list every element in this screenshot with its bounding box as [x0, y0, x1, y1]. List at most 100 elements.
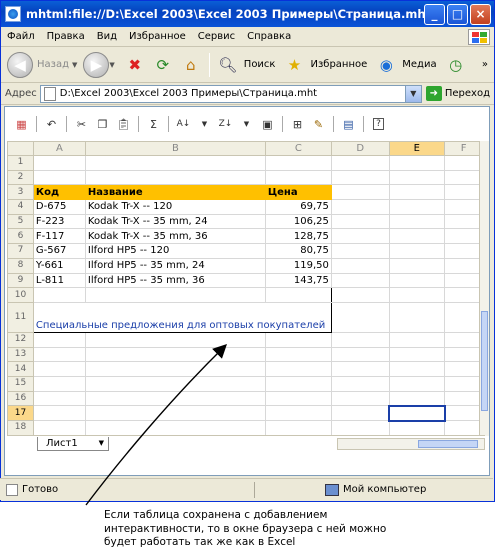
cell-a3[interactable]: Код: [32, 184, 86, 201]
row-header[interactable]: 2: [7, 169, 34, 186]
cell-c14[interactable]: [264, 361, 332, 377]
menu-tools[interactable]: Сервис: [198, 31, 235, 42]
cell-f14[interactable]: [444, 361, 483, 377]
cell-d6[interactable]: [330, 228, 390, 245]
horizontal-scroll-thumb[interactable]: [418, 440, 478, 448]
cell-f1[interactable]: [444, 155, 483, 171]
address-dropdown-icon[interactable]: ▼: [404, 85, 421, 102]
cell-b5[interactable]: Kodak Tr-X -- 35 mm, 24: [84, 213, 266, 230]
cell-b18[interactable]: [84, 420, 266, 436]
cell-e17[interactable]: [388, 404, 446, 422]
cell-e5[interactable]: [388, 213, 446, 230]
cell-f17[interactable]: [444, 405, 483, 421]
cell-d5[interactable]: [330, 213, 390, 230]
cell-b12[interactable]: [84, 331, 266, 348]
cell-c4[interactable]: 69,75: [264, 199, 332, 215]
cell-c8[interactable]: 119,50: [264, 257, 332, 274]
cell-b1[interactable]: [84, 155, 266, 171]
back-arrow-icon[interactable]: ◀: [7, 51, 33, 78]
cell-c5[interactable]: 106,25: [264, 213, 332, 230]
home-icon[interactable]: ⌂: [179, 53, 203, 77]
cell-e18[interactable]: [388, 420, 446, 436]
cell-a16[interactable]: [32, 390, 86, 407]
cell-e2[interactable]: [388, 169, 446, 186]
row-header[interactable]: 4: [7, 199, 34, 215]
cell-c7[interactable]: 80,75: [264, 243, 332, 259]
refresh-data-icon[interactable]: ▣: [259, 116, 276, 133]
back-label[interactable]: Назад: [37, 59, 69, 70]
paste-icon[interactable]: 📋︎: [115, 116, 132, 133]
row-header[interactable]: 14: [7, 361, 34, 377]
sort-ascending-icon[interactable]: A↓: [175, 116, 192, 133]
cell-a18[interactable]: [32, 420, 86, 436]
cell-f7[interactable]: [444, 243, 483, 259]
row-header[interactable]: 17: [7, 405, 34, 421]
forward-dropdown-icon[interactable]: ▼: [109, 61, 114, 69]
cell-f10[interactable]: [444, 287, 483, 303]
back-dropdown-icon[interactable]: ▼: [72, 61, 77, 69]
sheet-tab[interactable]: Лист1 ▼: [37, 436, 109, 451]
row-header[interactable]: 7: [7, 243, 34, 259]
select-all-corner[interactable]: [7, 141, 34, 156]
cell-b16[interactable]: [84, 390, 266, 407]
sheet-table[interactable]: A B C D E F 1 2 3 Код Название Цена 4 D-675 Kodak Tr-X…: [7, 141, 483, 436]
row-header[interactable]: 8: [7, 257, 34, 274]
cell-f12[interactable]: [444, 331, 483, 348]
search-icon[interactable]: 🔍︎: [216, 53, 240, 77]
office-logo-icon[interactable]: ▦: [13, 116, 30, 133]
cell-f3[interactable]: [444, 184, 483, 201]
autofilter-icon[interactable]: Z↓: [217, 116, 234, 133]
cell-a7[interactable]: G-567: [32, 243, 86, 259]
row-header[interactable]: 11: [7, 301, 34, 333]
row-header[interactable]: 13: [7, 346, 34, 363]
row-header[interactable]: 16: [7, 390, 34, 407]
cell-e6[interactable]: [388, 228, 446, 245]
export-icon[interactable]: ⊞: [289, 116, 306, 133]
stop-icon[interactable]: ✖: [123, 53, 147, 77]
cell-e3[interactable]: [388, 184, 446, 201]
cell-d9[interactable]: [330, 272, 390, 289]
cell-a5[interactable]: F-223: [32, 213, 86, 230]
offer-cell[interactable]: Специальные предложения для оптовых поку…: [32, 301, 332, 333]
cut-icon[interactable]: ✂: [73, 116, 90, 133]
minimize-button[interactable]: _: [424, 3, 445, 25]
cell-f8[interactable]: [444, 257, 483, 274]
cell-d3[interactable]: [330, 184, 390, 201]
cell-d14[interactable]: [330, 361, 390, 377]
cell-f11[interactable]: [444, 301, 483, 333]
cell-a8[interactable]: Y-661: [32, 257, 86, 274]
cell-a6[interactable]: F-117: [32, 228, 86, 245]
refresh-icon[interactable]: ⟳: [151, 53, 175, 77]
help-icon[interactable]: ?: [370, 116, 387, 133]
cell-b4[interactable]: Kodak Tr-X -- 120: [84, 199, 266, 215]
row-header[interactable]: 1: [7, 155, 34, 171]
address-value[interactable]: D:\Excel 2003\Excel 2003 Примеры\Страниц…: [60, 88, 317, 99]
column-header-b[interactable]: B: [84, 141, 266, 156]
cell-c12[interactable]: [264, 331, 332, 348]
vertical-scrollbar[interactable]: [479, 141, 489, 436]
sort-dropdown-icon[interactable]: ▼: [196, 116, 213, 133]
cell-a4[interactable]: D-675: [32, 199, 86, 215]
cell-e15[interactable]: [388, 375, 446, 392]
column-header-d[interactable]: D: [330, 141, 390, 156]
cell-a17[interactable]: [32, 405, 86, 421]
cell-c2[interactable]: [264, 169, 332, 186]
column-header-f[interactable]: F: [444, 141, 483, 156]
cell-b9[interactable]: Ilford HP5 -- 35 mm, 36: [84, 272, 266, 289]
cell-b2[interactable]: [84, 169, 266, 186]
cell-a15[interactable]: [32, 375, 86, 392]
cell-f4[interactable]: [444, 199, 483, 215]
history-icon[interactable]: ◷: [444, 53, 468, 77]
row-header[interactable]: 3: [7, 184, 34, 201]
cell-a10[interactable]: [32, 287, 86, 303]
cell-d15[interactable]: [330, 375, 390, 392]
sheet-tab-dropdown-icon[interactable]: ▼: [99, 439, 104, 447]
go-button[interactable]: ➜ Переход: [425, 86, 490, 101]
column-header-c[interactable]: C: [264, 141, 332, 156]
cell-b10[interactable]: [84, 287, 266, 303]
cell-e4[interactable]: [388, 199, 446, 215]
cell-a12[interactable]: [32, 331, 86, 348]
cell-d4[interactable]: [330, 199, 390, 215]
cell-f18[interactable]: [444, 420, 483, 436]
cell-c13[interactable]: [264, 346, 332, 363]
